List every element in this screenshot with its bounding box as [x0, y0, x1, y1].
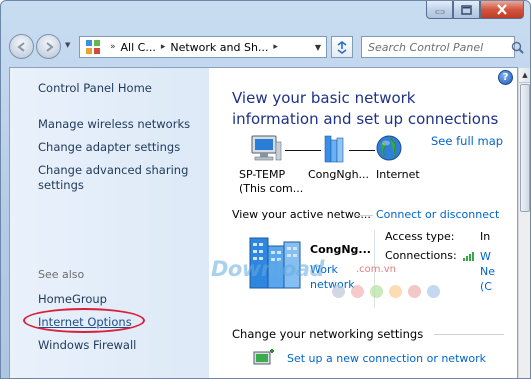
- window: ▼ » All C... ▸ Network and Sh... ▸ ▼ Con…: [0, 0, 531, 379]
- access-type-value: In: [480, 230, 491, 243]
- new-connection-icon: [252, 348, 276, 371]
- watermark-dots: [332, 285, 440, 298]
- address-history-dropdown[interactable]: ▼: [310, 37, 326, 57]
- back-arrow-icon: [16, 41, 25, 52]
- sidebar-item-homegroup[interactable]: HomeGroup: [38, 292, 107, 307]
- help-button[interactable]: ?: [498, 70, 513, 85]
- breadcrumb-separator: »: [110, 42, 116, 52]
- connect-disconnect-link[interactable]: Connect or disconnect: [376, 208, 499, 221]
- maximize-icon: [461, 4, 472, 15]
- map-node-label-computer: SP-TEMP (This com...: [239, 168, 304, 195]
- back-button[interactable]: [9, 34, 34, 59]
- sidebar-item-manage-wireless-networks[interactable]: Manage wireless networks: [38, 117, 190, 132]
- watermark-dot: [370, 285, 383, 298]
- breadcrumb-all-control-panel[interactable]: All C...: [121, 41, 156, 54]
- watermark-dot: [427, 285, 440, 298]
- see-full-map-link[interactable]: See full map: [431, 134, 503, 148]
- watermark-dot: [408, 285, 421, 298]
- close-icon: [497, 4, 507, 15]
- connections-label: Connections:: [385, 249, 457, 262]
- forward-button[interactable]: [36, 34, 61, 59]
- map-connection-line: [285, 150, 321, 151]
- section-divider: [434, 334, 504, 335]
- refresh-button[interactable]: [331, 36, 353, 58]
- main-panel: ? View your basic network information an…: [209, 68, 517, 378]
- annotation-highlight-ring: [23, 308, 145, 333]
- watermark: Download: [211, 257, 325, 281]
- map-node-label-internet: Internet: [376, 168, 420, 181]
- scroll-up-button[interactable]: ▲: [519, 68, 530, 83]
- setup-new-connection-link[interactable]: Set up a new connection or network: [287, 352, 486, 365]
- map-connection-line: [349, 150, 375, 151]
- breadcrumb-separator[interactable]: ▸: [273, 42, 278, 52]
- wifi-signal-icon: [463, 251, 477, 264]
- breadcrumb-separator[interactable]: ▸: [161, 42, 166, 52]
- navigation-bar: ▼ » All C... ▸ Network and Sh... ▸ ▼: [9, 31, 524, 61]
- maximize-button[interactable]: [453, 1, 480, 19]
- page-title: View your basic network information and …: [232, 89, 499, 128]
- see-also-header: See also: [38, 268, 85, 281]
- access-type-label: Access type:: [385, 230, 455, 243]
- sidebar-item-change-advanced-sharing-settings[interactable]: Change advanced sharing settings: [38, 163, 188, 193]
- watermark-suffix: .com.vn: [356, 264, 396, 275]
- caption-buttons: [426, 1, 524, 21]
- watermark-dot: [351, 285, 364, 298]
- search-input[interactable]: [362, 38, 511, 56]
- network-icon[interactable]: [321, 134, 347, 167]
- close-button[interactable]: [480, 1, 524, 19]
- globe-icon[interactable]: [375, 134, 403, 167]
- active-networks-header: View your active netwo...: [232, 208, 371, 221]
- sidebar-item-change-adapter-settings[interactable]: Change adapter settings: [38, 140, 180, 155]
- computer-icon[interactable]: [249, 134, 283, 167]
- search-icon[interactable]: [511, 41, 524, 54]
- watermark-dot: [389, 285, 402, 298]
- search-box: [361, 36, 524, 58]
- control-panel-icon: [84, 38, 102, 56]
- refresh-icon: [337, 41, 347, 54]
- change-settings-header: Change your networking settings: [232, 327, 424, 341]
- connections-link[interactable]: W Ne (C: [480, 249, 495, 294]
- minimize-icon: [435, 10, 444, 13]
- address-bar[interactable]: » All C... ▸ Network and Sh... ▸ ▼: [79, 36, 327, 58]
- scrollbar-thumb[interactable]: [520, 84, 530, 212]
- sidebar: Control Panel Home Manage wireless netwo…: [10, 68, 209, 378]
- sidebar-item-windows-firewall[interactable]: Windows Firewall: [38, 338, 136, 353]
- watermark-dot: [332, 285, 345, 298]
- content-area: Control Panel Home Manage wireless netwo…: [9, 67, 518, 378]
- section-divider: [355, 215, 373, 216]
- breadcrumb-network-sharing[interactable]: Network and Sh...: [170, 41, 268, 54]
- minimize-button[interactable]: [426, 1, 453, 19]
- recent-pages-dropdown[interactable]: ▼: [65, 41, 70, 49]
- network-name: CongNg...: [310, 243, 371, 256]
- forward-arrow-icon: [45, 41, 54, 52]
- map-node-label-network: CongNgh...: [308, 168, 370, 181]
- vertical-scrollbar[interactable]: ▲: [518, 68, 530, 378]
- sidebar-item-control-panel-home[interactable]: Control Panel Home: [38, 81, 152, 96]
